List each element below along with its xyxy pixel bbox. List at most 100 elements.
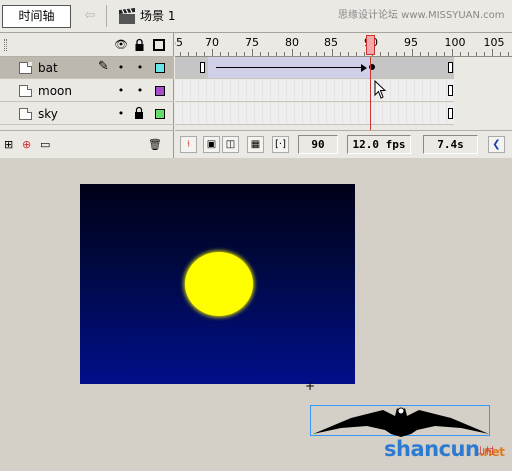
ruler-label: 95	[404, 36, 418, 49]
bat-symbol-selection[interactable]	[310, 405, 490, 437]
scroll-left-icon[interactable]: ❮	[488, 136, 505, 153]
layer-row-moon[interactable]: moon • •	[0, 80, 174, 102]
ruler-tick	[236, 52, 237, 56]
drag-grip[interactable]	[4, 39, 7, 51]
add-folder-icon[interactable]: ▭	[40, 138, 50, 152]
moon-shape[interactable]	[185, 252, 253, 316]
ruler-tick	[380, 52, 381, 56]
onion-markers-icon[interactable]: [·]	[272, 136, 289, 153]
timeline-panel: 👁 bat ✎ • • moon • • sky • ⊞ ⊕ ▭ 🗑 5 70 …	[0, 33, 512, 158]
layer-row-bat[interactable]: bat ✎ • •	[0, 57, 174, 79]
ruler-tick	[268, 52, 269, 56]
outline-icon[interactable]	[153, 39, 165, 51]
ruler-tick	[340, 52, 341, 56]
edit-multiple-frames-icon[interactable]: ▦	[247, 136, 264, 153]
outline-color-swatch[interactable]	[155, 86, 165, 96]
ruler-tick	[332, 49, 333, 56]
back-arrow-icon[interactable]: ⇦	[80, 8, 100, 26]
ruler-label: 85	[324, 36, 338, 49]
end-frame	[448, 62, 453, 73]
layer-list: 👁 bat ✎ • • moon • • sky • ⊞ ⊕ ▭ 🗑	[0, 33, 174, 158]
layer-row-sky[interactable]: sky •	[0, 103, 174, 125]
ruler-label: 80	[285, 36, 299, 49]
ruler-tick	[508, 52, 509, 56]
ruler-label: 105	[483, 36, 505, 49]
lock-icon[interactable]	[134, 106, 144, 120]
clapperboard-icon	[119, 8, 135, 24]
playhead[interactable]	[366, 35, 375, 55]
motion-tween[interactable]	[208, 57, 371, 78]
page-icon	[19, 85, 32, 97]
visibility-dot[interactable]: •	[115, 62, 127, 74]
frame-row-moon[interactable]	[175, 80, 454, 102]
cursor-arrow-icon	[374, 80, 387, 99]
ruler-tick	[348, 52, 349, 56]
end-frame	[448, 108, 453, 119]
frame-row-bat[interactable]	[175, 57, 454, 79]
ruler-tick	[244, 52, 245, 56]
frame-grid: 65 70 75 80 85 90 95 100 105	[175, 33, 512, 158]
pencil-icon: ✎	[98, 59, 109, 74]
toolbar-divider	[106, 5, 107, 27]
ruler-tick	[420, 52, 421, 56]
layer-name[interactable]: sky	[38, 107, 58, 121]
frame-row-sky[interactable]	[175, 103, 454, 125]
current-frame-field: 90	[298, 135, 338, 154]
layer-footer: ⊞ ⊕ ▭ 🗑	[0, 130, 174, 158]
trash-icon[interactable]: 🗑	[148, 138, 162, 152]
add-guide-layer-icon[interactable]: ⊕	[22, 138, 31, 152]
visibility-dot[interactable]: •	[115, 85, 127, 97]
frame-rate-field[interactable]: 12.0 fps	[347, 135, 411, 154]
ruler-tick	[276, 52, 277, 56]
ruler-tick	[484, 52, 485, 56]
pasteboard[interactable]: + shancun.net 山村	[0, 158, 512, 471]
ruler-tick	[412, 49, 413, 56]
ruler-tick	[500, 52, 501, 56]
ruler-tick	[388, 52, 389, 56]
lock-icon[interactable]	[134, 38, 145, 52]
outline-color-swatch[interactable]	[155, 63, 165, 73]
page-icon	[19, 62, 32, 74]
ruler-tick	[252, 49, 253, 56]
edit-bar: 时间轴 ⇦ 场景 1 思缘设计论坛 www.MISSYUAN.com	[0, 0, 512, 33]
frame-ruler[interactable]: 65 70 75 80 85 90 95 100 105	[175, 33, 512, 57]
stage-canvas[interactable]	[80, 184, 355, 384]
timeline-toggle-button[interactable]: 时间轴	[2, 5, 71, 28]
ruler-tick	[212, 49, 213, 56]
bat-icon	[313, 407, 489, 437]
timeline-status-bar: ⫮ ▣ ◫ ▦ [·] 90 12.0 fps 7.4s ❮	[175, 130, 512, 158]
ruler-tick	[428, 52, 429, 56]
end-frame	[448, 85, 453, 96]
ruler-tick	[436, 52, 437, 56]
frame-marker	[200, 62, 205, 73]
ruler-label: 100	[444, 36, 466, 49]
layer-name[interactable]: bat	[38, 61, 58, 75]
lock-dot[interactable]: •	[134, 85, 146, 97]
eye-icon[interactable]: 👁	[114, 38, 128, 52]
ruler-tick	[452, 49, 453, 56]
ruler-tick	[308, 52, 309, 56]
ruler-tick	[460, 52, 461, 56]
onion-skin-icon[interactable]: ▣	[203, 136, 220, 153]
onion-outline-icon[interactable]: ◫	[222, 136, 239, 153]
ruler-tick	[396, 52, 397, 56]
outline-color-swatch[interactable]	[155, 109, 165, 119]
ruler-tick	[292, 49, 293, 56]
page-icon	[19, 108, 32, 120]
add-layer-icon[interactable]: ⊞	[4, 138, 13, 152]
ruler-tick	[196, 52, 197, 56]
ruler-tick	[324, 52, 325, 56]
logo-text: shancun	[384, 437, 480, 461]
ruler-tick	[300, 52, 301, 56]
scene-label[interactable]: 场景 1	[140, 8, 175, 24]
ruler-tick	[260, 52, 261, 56]
lock-dot[interactable]: •	[134, 62, 146, 74]
layer-header: 👁	[0, 33, 174, 57]
visibility-dot[interactable]: •	[115, 108, 127, 120]
center-frame-icon[interactable]: ⫮	[180, 136, 197, 153]
ruler-label: 70	[205, 36, 219, 49]
layer-name[interactable]: moon	[38, 84, 72, 98]
ruler-tick	[364, 52, 365, 56]
ruler-tick	[468, 52, 469, 56]
ruler-tick	[316, 52, 317, 56]
